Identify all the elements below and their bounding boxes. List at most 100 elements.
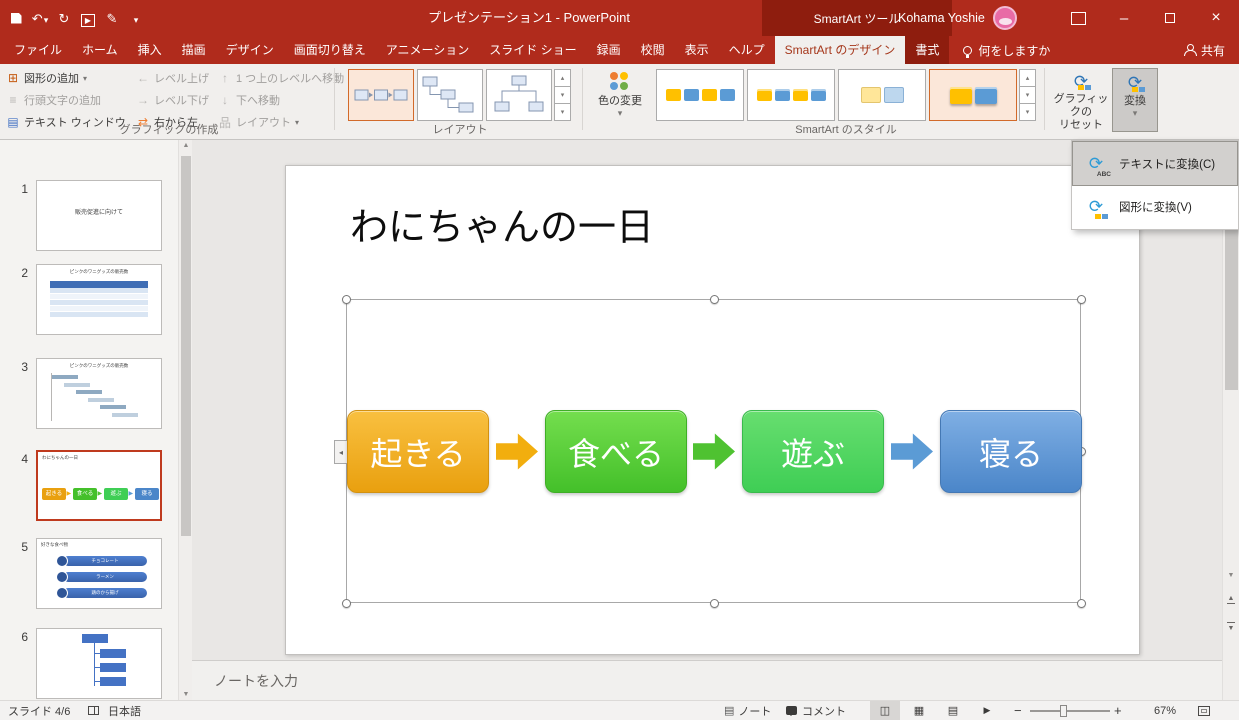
tab-file[interactable]: ファイル <box>4 36 72 64</box>
change-colors-button[interactable]: 色の変更 <box>590 68 650 132</box>
share-button[interactable]: 共有 <box>1170 36 1239 64</box>
thumb-process-arrow: ▶ <box>128 491 134 497</box>
reset-label-line1: グラフィックの <box>1053 93 1109 118</box>
close-button[interactable] <box>1193 0 1239 36</box>
gallery-more-icon[interactable]: ▾ <box>1019 103 1036 121</box>
selection-handle[interactable] <box>1077 295 1086 304</box>
zoom-in-button[interactable]: + <box>1114 701 1122 720</box>
selection-handle[interactable] <box>342 295 351 304</box>
zoom-out-button[interactable]: − <box>1014 701 1022 720</box>
tab-format[interactable]: 書式 <box>905 36 949 64</box>
selection-handle[interactable] <box>710 599 719 608</box>
tab-insert[interactable]: 挿入 <box>128 36 172 64</box>
next-slide-button[interactable]: ▼ <box>1223 614 1239 638</box>
undo-button[interactable] <box>28 3 52 33</box>
gallery-scroll-up-icon[interactable]: ▴ <box>554 69 571 87</box>
account-area[interactable]: Kohama Yoshie <box>898 0 1017 36</box>
pen-icon <box>107 12 118 25</box>
tab-animations[interactable]: アニメーション <box>376 36 480 64</box>
cmd-add-shape[interactable]: ⊞ 図形の追加 ▾ <box>4 69 134 87</box>
pen-mode-button[interactable] <box>100 3 124 33</box>
selection-handle[interactable] <box>342 599 351 608</box>
smartart-style-option-1[interactable] <box>656 69 744 121</box>
scroll-down-icon[interactable]: ▼ <box>179 691 193 698</box>
slide-thumbnail-3[interactable]: ピンクのワニグッズの販売数 <box>36 358 162 429</box>
slide-sorter-view-button[interactable] <box>904 701 934 720</box>
reset-graphic-button[interactable]: グラフィックの リセット <box>1052 68 1110 132</box>
gallery-more-icon[interactable]: ▾ <box>554 103 571 121</box>
menu-item-convert-to-text[interactable]: テキストに変換(C) <box>1072 141 1238 186</box>
comments-toggle-button[interactable]: コメント <box>786 701 846 720</box>
smartart-style-gallery <box>656 69 1017 121</box>
zoom-percentage[interactable]: 67% <box>1130 701 1176 720</box>
customize-qat-button[interactable] <box>124 3 148 33</box>
tab-view[interactable]: 表示 <box>675 36 719 64</box>
tab-transitions[interactable]: 画面切り替え <box>284 36 376 64</box>
scroll-down-icon[interactable]: ▼ <box>1223 572 1239 579</box>
proofing-button[interactable] <box>88 701 99 720</box>
redo-button[interactable] <box>52 3 76 33</box>
smartart-frame[interactable]: ◂ 起きる 食べる 遊ぶ 寝る <box>334 295 1086 608</box>
fit-to-window-button[interactable] <box>1198 701 1210 720</box>
zoom-slider-track[interactable] <box>1030 710 1110 712</box>
cmd-promote: ← レベル上げ <box>134 69 216 87</box>
smartart-shape-2[interactable]: 食べる <box>545 410 687 493</box>
normal-view-button[interactable] <box>870 701 900 720</box>
tab-home[interactable]: ホーム <box>72 36 128 64</box>
tab-slideshow[interactable]: スライド ショー <box>479 36 586 64</box>
slide-thumbnail-1[interactable]: 販売促進に向けて <box>36 180 162 251</box>
style-preview-chip <box>792 89 808 101</box>
selection-handle[interactable] <box>710 295 719 304</box>
gallery-scroll-down-icon[interactable]: ▾ <box>554 86 571 104</box>
smartart-style-option-3[interactable] <box>838 69 926 121</box>
slide-thumbnail-6[interactable] <box>36 628 162 699</box>
slideshow-view-button[interactable] <box>972 701 1002 720</box>
convert-button[interactable]: 変換 <box>1112 68 1158 132</box>
zoom-slider-thumb[interactable] <box>1060 705 1067 717</box>
notes-toggle-button[interactable]: ノート <box>724 701 771 720</box>
style-gallery-scroll: ▴ ▾ ▾ <box>1019 69 1036 121</box>
layout-option-1[interactable] <box>348 69 414 121</box>
maximize-button[interactable] <box>1147 0 1193 36</box>
tell-me-box[interactable]: 何をしますか <box>949 36 1064 64</box>
layout-option-2[interactable] <box>417 69 483 121</box>
start-slideshow-button[interactable] <box>76 3 100 33</box>
smartart-shape-4[interactable]: 寝る <box>940 410 1082 493</box>
thumb-org-box <box>100 649 126 658</box>
gallery-scroll-up-icon[interactable]: ▴ <box>1019 69 1036 87</box>
language-indicator[interactable]: 日本語 <box>108 701 141 720</box>
tab-record[interactable]: 録画 <box>587 36 631 64</box>
smartart-style-option-2[interactable] <box>747 69 835 121</box>
scrollbar-thumb[interactable] <box>181 156 191 536</box>
user-avatar[interactable] <box>992 6 1017 30</box>
thumbnail-scrollbar[interactable]: ▲ ▼ <box>178 140 192 700</box>
reading-view-button[interactable] <box>938 701 968 720</box>
smartart-shape-3[interactable]: 遊ぶ <box>742 410 884 493</box>
menu-item-convert-to-shapes[interactable]: 図形に変換(V) <box>1073 185 1237 228</box>
tab-design[interactable]: デザイン <box>216 36 284 64</box>
style-preview-chip <box>949 86 972 104</box>
notes-pane[interactable]: ノートを入力 <box>192 660 1222 700</box>
scroll-up-icon[interactable]: ▲ <box>179 142 193 149</box>
slide-thumbnail-5[interactable]: 好きな食べ物 チョコレート ラーメン 鶏のから揚げ <box>36 538 162 609</box>
save-button[interactable] <box>4 3 28 33</box>
smartart-style-option-4[interactable] <box>929 69 1017 121</box>
gallery-scroll-down-icon[interactable]: ▾ <box>1019 86 1036 104</box>
tab-smartart-design[interactable]: SmartArt のデザイン <box>774 36 906 64</box>
slide-canvas[interactable]: わにちゃんの一日 ◂ 起きる 食べる 遊ぶ 寝る <box>285 165 1140 655</box>
cmd-move-down: ↓ 下へ移動 <box>216 91 340 109</box>
smartart-shape-1[interactable]: 起きる <box>347 410 489 493</box>
text-pane-toggle[interactable]: ◂ <box>334 440 347 464</box>
slide-thumbnail-4[interactable]: わにちゃんの一日 起きる ▶ 食べる ▶ 遊ぶ ▶ 寝る <box>36 450 162 521</box>
tab-help[interactable]: ヘルプ <box>719 36 775 64</box>
tab-review[interactable]: 校閲 <box>631 36 675 64</box>
minimize-button[interactable] <box>1101 0 1147 36</box>
previous-slide-button[interactable]: ▲ <box>1223 588 1239 612</box>
slide-title[interactable]: わにちゃんの一日 <box>350 196 654 251</box>
ribbon-display-options-button[interactable] <box>1068 8 1088 28</box>
layout-option-3[interactable] <box>486 69 552 121</box>
selection-handle[interactable] <box>1077 599 1086 608</box>
tab-draw[interactable]: 描画 <box>172 36 216 64</box>
slide-thumbnail-2[interactable]: ピンクのワニグッズの販売数 <box>36 264 162 335</box>
thumb-table-row <box>50 300 148 305</box>
